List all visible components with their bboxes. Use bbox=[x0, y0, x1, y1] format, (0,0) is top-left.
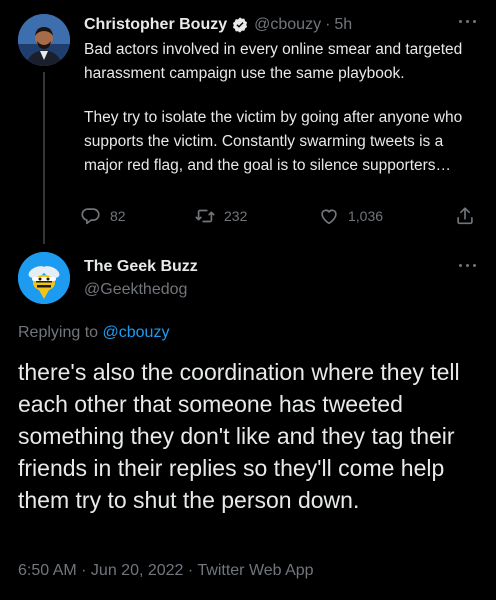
reply-icon bbox=[81, 208, 100, 225]
reply-button[interactable]: 82 bbox=[80, 204, 126, 228]
parent-tweet-paragraph: Bad actors involved in every online smea… bbox=[84, 41, 463, 82]
reply-tweet-text: there's also the coordination where they… bbox=[18, 359, 460, 513]
reply-tweet-header: The Geek Buzz @Geekthedog bbox=[18, 252, 488, 308]
replying-to-label: Replying to bbox=[18, 324, 99, 341]
reply-count: 82 bbox=[110, 208, 126, 224]
replying-to-line: Replying to @cbouzy bbox=[18, 324, 169, 342]
reply-author-avatar[interactable] bbox=[18, 252, 70, 304]
like-button[interactable]: 1,036 bbox=[318, 204, 383, 228]
share-button[interactable] bbox=[454, 204, 484, 228]
share-icon bbox=[457, 207, 473, 225]
verified-badge-icon bbox=[233, 17, 248, 33]
retweet-count: 232 bbox=[224, 208, 248, 224]
retweet-button[interactable]: 232 bbox=[194, 204, 247, 228]
more-icon[interactable] bbox=[458, 19, 478, 25]
more-icon[interactable] bbox=[458, 263, 478, 269]
parent-tweet-text: Bad actors involved in every online smea… bbox=[84, 38, 484, 178]
thread-connector-line bbox=[43, 72, 45, 244]
tweet-timestamp[interactable]: 6:50 AM · Jun 20, 2022 · Twitter Web App bbox=[18, 562, 314, 580]
like-count: 1,036 bbox=[348, 208, 384, 224]
parent-author-handle[interactable]: @cbouzy bbox=[254, 16, 321, 34]
parent-author-name[interactable]: Christopher Bouzy bbox=[84, 16, 227, 34]
separator-dot: · bbox=[325, 16, 331, 33]
retweet-icon bbox=[195, 209, 215, 223]
replying-to-mention-link[interactable]: @cbouzy bbox=[103, 324, 170, 341]
parent-tweet-paragraph: They try to isolate the victim by going … bbox=[84, 109, 463, 174]
reply-author-handle[interactable]: @Geekthedog bbox=[84, 281, 187, 299]
parent-tweet[interactable]: Christopher Bouzy @cbouzy · 5h Bad actor… bbox=[0, 0, 496, 245]
reply-author-name[interactable]: The Geek Buzz bbox=[84, 258, 198, 276]
tweet-action-bar: 82 232 1,036 bbox=[80, 204, 480, 228]
parent-author-avatar[interactable] bbox=[18, 14, 70, 66]
parent-author-header: Christopher Bouzy @cbouzy · 5h bbox=[84, 14, 352, 36]
like-icon bbox=[321, 209, 337, 225]
parent-tweet-time[interactable]: 5h bbox=[334, 16, 352, 34]
